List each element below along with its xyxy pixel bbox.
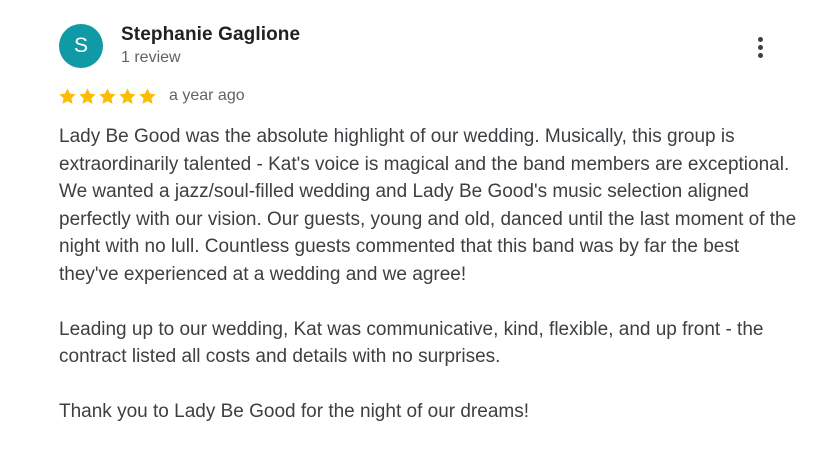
star-rating (58, 87, 157, 106)
reviewer-name[interactable]: Stephanie Gaglione (121, 24, 300, 46)
rating-row: a year ago (58, 85, 245, 107)
star-icon (79, 87, 96, 104)
star-icon (99, 87, 116, 104)
more-vertical-icon (757, 36, 763, 58)
review-paragraph: Lady Be Good was the absolute highlight … (59, 126, 797, 285)
review-paragraph: Thank you to Lady Be Good for the night … (59, 401, 529, 422)
review-date: a year ago (169, 87, 245, 104)
review-paragraph: Leading up to our wedding, Kat was commu… (59, 318, 764, 368)
review-count: 1 review (121, 49, 181, 66)
avatar[interactable]: S (59, 24, 103, 68)
star-icon (119, 87, 136, 104)
star-icon (59, 87, 76, 104)
more-options-button[interactable] (748, 32, 772, 62)
review-card: S Stephanie Gaglione 1 review a year ago… (0, 0, 834, 451)
star-icon (139, 87, 156, 104)
review-text: Lady Be Good was the absolute highlight … (59, 123, 799, 453)
avatar-initial: S (73, 34, 88, 57)
